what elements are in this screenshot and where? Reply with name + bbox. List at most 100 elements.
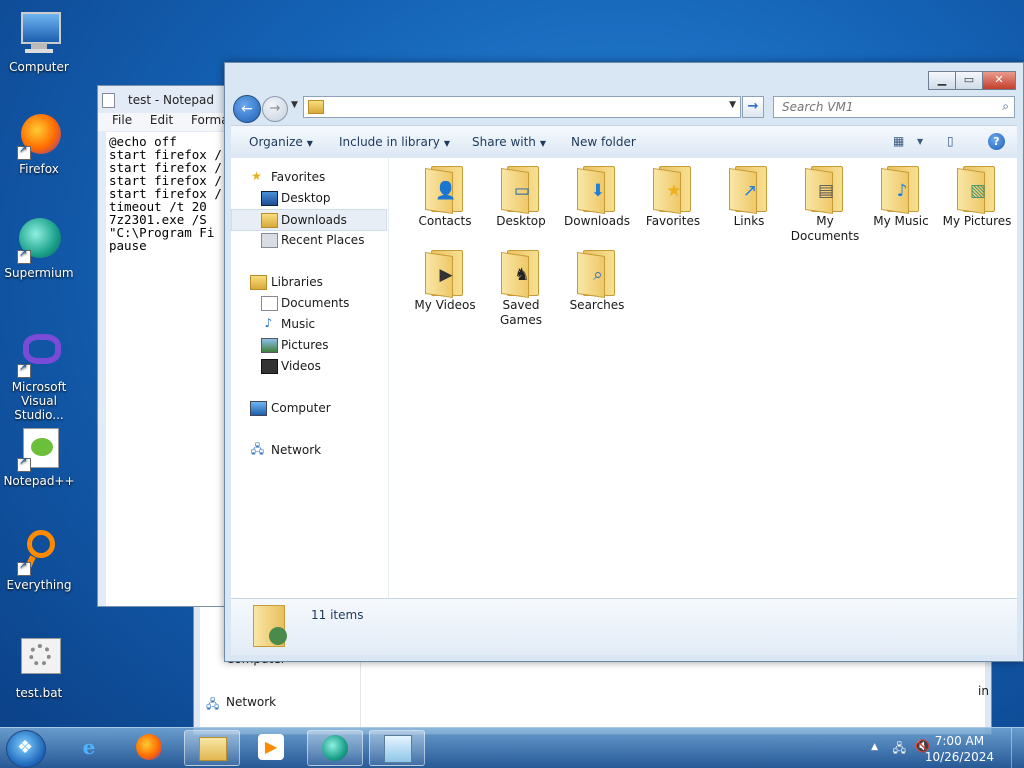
nav-pictures[interactable]: Pictures — [231, 335, 387, 355]
nav-music[interactable]: ♪ Music — [231, 314, 387, 334]
navigation-pane: ★ Favorites Desktop Downloads Recent Pla… — [231, 158, 389, 599]
folder-item[interactable]: 👤 Contacts — [407, 166, 483, 229]
notepad-window[interactable]: test - Notepad File Edit Format @echo of… — [97, 85, 239, 607]
folder-label: My Documents — [790, 214, 860, 243]
clock[interactable]: 7:00 AM 10/26/2024 — [925, 734, 994, 764]
taskbar-explorer[interactable] — [184, 730, 240, 766]
desktop-icon-computer[interactable]: Computer — [1, 10, 77, 74]
network-icon: 🖧 — [206, 697, 220, 711]
desktop-icon-supermium[interactable]: Supermium — [1, 216, 77, 280]
user-folder-icon — [253, 605, 287, 647]
folder-item[interactable]: ▧ My Pictures — [939, 166, 1015, 229]
taskbar-notepad[interactable] — [369, 730, 425, 766]
back-button[interactable]: ← — [233, 95, 261, 123]
shortcut-arrow-icon — [17, 144, 31, 160]
chevron-down-icon[interactable]: ▼ — [917, 137, 933, 151]
folder-item[interactable]: ♪ My Music — [863, 166, 939, 229]
everything-icon — [15, 528, 63, 576]
nav-desktop[interactable]: Desktop — [231, 188, 387, 208]
folder-icon: ▶ — [425, 250, 465, 298]
desktop-icon-firefox[interactable]: Firefox — [1, 112, 77, 176]
close-button[interactable]: ✕ — [982, 71, 1016, 90]
folder-icon: ♞ — [501, 250, 541, 298]
minimize-button[interactable]: ▁ — [928, 71, 956, 90]
explorer-window[interactable]: ▁ ▭ ✕ ← → ▼ ▼ → ⌕ Organize▼ Include in l… — [224, 62, 1024, 662]
folder-item[interactable]: ▤ My Documents — [787, 166, 863, 244]
desktop-icon-test-bat[interactable]: test.bat — [1, 636, 77, 700]
folder-item[interactable]: ♞ Saved Games — [483, 250, 559, 328]
bg-nav-network[interactable]: 🖧 Network — [206, 695, 276, 711]
music-icon: ♪ — [264, 316, 273, 330]
music-icon: ♪ — [896, 181, 908, 201]
menu-edit[interactable]: Edit — [150, 113, 173, 127]
internet-explorer-icon: e — [82, 735, 96, 759]
organize-button[interactable]: Organize ▼ — [249, 135, 313, 149]
folder-item[interactable]: ▶ My Videos — [407, 250, 483, 313]
forward-button[interactable]: → — [262, 96, 288, 122]
document-icon — [261, 296, 278, 311]
magnifier-icon: ⌕ — [593, 265, 603, 285]
desktop-icon-label: Supermium — [4, 266, 74, 280]
contacts-icon: 👤 — [435, 181, 457, 201]
nav-documents[interactable]: Documents — [231, 293, 387, 313]
computer-icon — [250, 401, 267, 416]
help-icon[interactable]: ? — [988, 133, 1005, 150]
folder-item[interactable]: ▭ Desktop — [483, 166, 559, 229]
arrow-left-icon: ← — [241, 101, 253, 117]
folder-icon: ▭ — [501, 166, 541, 214]
taskbar-media-player[interactable]: ▶ — [244, 730, 298, 764]
video-icon — [261, 359, 278, 374]
nav-videos[interactable]: Videos — [231, 356, 387, 376]
desktop-icon-label: Everything — [6, 578, 72, 592]
computer-icon — [15, 10, 63, 58]
nav-recent-places[interactable]: Recent Places — [231, 230, 387, 250]
folder-label: Searches — [569, 298, 625, 312]
recent-pages-dropdown[interactable]: ▼ — [291, 100, 298, 110]
maximize-button[interactable]: ▭ — [955, 71, 983, 90]
nav-favorites[interactable]: ★ Favorites — [231, 167, 387, 187]
notepad-text-area[interactable]: @echo off start firefox / start firefox … — [106, 132, 238, 606]
chevron-down-icon[interactable]: ▼ — [729, 100, 736, 110]
menu-file[interactable]: File — [112, 113, 132, 127]
desktop-icon: ▭ — [513, 181, 531, 201]
show-desktop-button[interactable] — [1011, 728, 1024, 768]
search-input[interactable] — [780, 97, 984, 117]
nav-libraries[interactable]: Libraries — [231, 272, 387, 292]
desktop-icon-everything[interactable]: Everything — [1, 528, 77, 592]
address-row: ← → ▼ ▼ → ⌕ — [233, 95, 1015, 123]
refresh-arrow-button[interactable]: → — [742, 96, 764, 118]
taskbar-firefox[interactable] — [122, 730, 176, 764]
chess-icon: ♞ — [514, 265, 530, 285]
folder-icon: ♪ — [881, 166, 921, 214]
folder-item[interactable]: ★ Favorites — [635, 166, 711, 229]
shortcut-arrow-icon — [17, 248, 31, 264]
desktop-icon-visual-studio[interactable]: Microsoft Visual Studio... — [1, 330, 77, 422]
arrow-right-icon: → — [747, 99, 759, 114]
search-icon[interactable]: ⌕ — [1002, 99, 1009, 114]
start-button[interactable] — [6, 730, 46, 768]
batch-file-icon — [15, 636, 63, 684]
new-folder-button[interactable]: New folder — [571, 135, 636, 149]
taskbar-ie[interactable]: e — [62, 730, 116, 764]
show-hidden-icons[interactable]: ▲ — [871, 742, 878, 752]
user-folder-icon — [308, 100, 324, 114]
address-bar[interactable]: ▼ — [303, 96, 741, 118]
taskbar-supermium[interactable] — [307, 730, 363, 766]
change-view-icon[interactable]: ▦ — [893, 134, 909, 148]
nav-computer[interactable]: Computer — [231, 398, 387, 418]
folder-item[interactable]: ⌕ Searches — [559, 250, 635, 313]
shortcut-arrow-icon — [17, 362, 31, 378]
folder-item[interactable]: ⬇ Downloads — [559, 166, 635, 229]
desktop-icon-label: test.bat — [15, 686, 63, 700]
preview-pane-icon[interactable]: ▯ — [947, 134, 963, 148]
desktop-icon-notepadpp[interactable]: Notepad++ — [1, 424, 77, 488]
search-box[interactable]: ⌕ — [773, 96, 1015, 118]
nav-network[interactable]: 🖧 Network — [231, 440, 387, 460]
share-with-button[interactable]: Share with ▼ — [472, 135, 546, 149]
nav-downloads[interactable]: Downloads — [231, 209, 387, 231]
include-in-library-button[interactable]: Include in library ▼ — [339, 135, 450, 149]
command-bar: Organize ▼ Include in library ▼ Share with… — [231, 125, 1017, 159]
folder-item[interactable]: ↗ Links — [711, 166, 787, 229]
network-status-icon[interactable]: 🖧 — [893, 739, 906, 760]
folder-label: Links — [733, 214, 765, 228]
